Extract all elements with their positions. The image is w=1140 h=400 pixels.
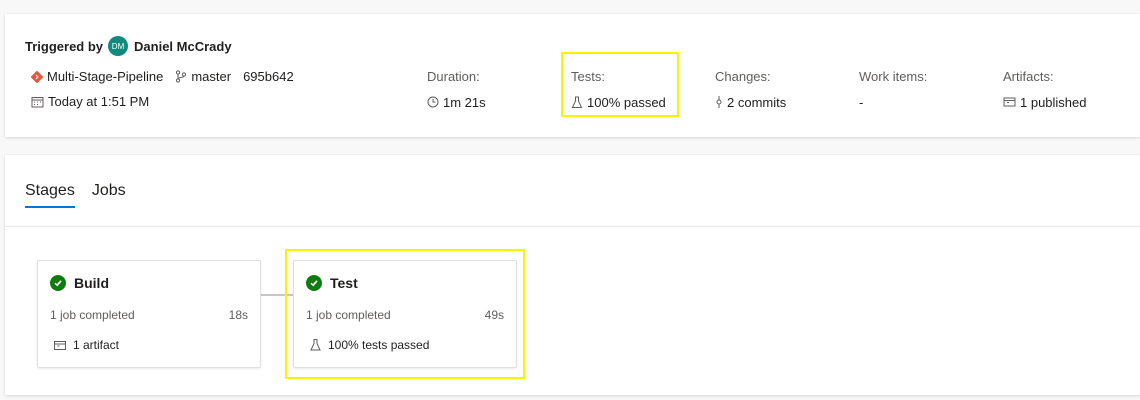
triggered-by-label: Triggered by [25,38,104,54]
stage-tests-link[interactable]: 100% tests passed [310,338,429,352]
work-items-section: Work items: - [859,69,927,110]
duration-label: Duration: [427,69,480,84]
stage-duration: 49s [484,308,504,322]
pipeline-link[interactable]: Multi-Stage-Pipeline [47,69,163,84]
beaker-icon [571,96,583,109]
artifact-icon [54,340,66,351]
artifacts-section[interactable]: Artifacts: 1 published [1003,69,1087,110]
changes-value[interactable]: 2 commits [727,95,786,110]
duration-value: 1m 21s [443,94,486,110]
stage-jobs-status: 1 job completed [306,308,391,322]
changes-section[interactable]: Changes: 2 commits [715,69,786,110]
stage-tests-label[interactable]: 100% tests passed [328,338,429,352]
changes-label: Changes: [715,69,771,84]
stage-duration: 18s [228,308,248,322]
stages-card: Stages Jobs Build 1 job completed 18s 1 … [5,155,1140,395]
work-items-label: Work items: [859,69,928,84]
run-summary-card: Triggered by DM Daniel McCrady Multi-Sta… [5,14,1140,137]
run-date: Today at 1:51 PM [48,94,150,109]
work-items-value: - [859,94,864,110]
stage-artifact-link[interactable]: 1 artifact [54,338,119,352]
artifacts-value[interactable]: 1 published [1020,95,1087,110]
success-check-icon [306,275,322,291]
artifact-icon [1003,96,1016,108]
stage-connector [261,294,293,296]
clock-icon [427,96,439,108]
avatar[interactable]: DM [108,36,129,56]
date-info: Today at 1:51 PM [31,94,149,109]
commit-link[interactable]: 695b642 [243,69,294,84]
stage-test[interactable]: Test 1 job completed 49s 100% tests pass… [293,260,517,368]
duration-section: Duration: 1m 21s [427,69,486,110]
stage-build[interactable]: Build 1 job completed 18s 1 artifact [37,260,261,368]
triggered-by: Triggered by DM Daniel McCrady [25,36,232,56]
tests-section[interactable]: Tests: 100% passed [571,69,666,110]
stage-name: Test [330,275,358,291]
branch-link[interactable]: master [191,69,231,84]
tab-bar: Stages Jobs [25,182,143,208]
stage-artifact-label[interactable]: 1 artifact [73,338,119,352]
user-name[interactable]: Daniel McCrady [134,39,232,54]
stage-jobs-status: 1 job completed [50,308,135,322]
stage-name: Build [74,275,109,291]
branch-icon [175,70,187,83]
pipeline-icon [31,70,43,83]
calendar-icon [31,96,44,108]
artifacts-label: Artifacts: [1003,69,1054,84]
commit-icon [715,96,723,108]
beaker-icon [310,339,321,351]
tests-value[interactable]: 100% passed [587,95,666,110]
tab-stages[interactable]: Stages [25,182,75,208]
tab-divider [5,226,1140,227]
tab-jobs[interactable]: Jobs [92,182,126,208]
success-check-icon [50,275,66,291]
source-info: Multi-Stage-Pipeline master 695b642 [31,69,294,84]
tests-label: Tests: [571,69,605,84]
